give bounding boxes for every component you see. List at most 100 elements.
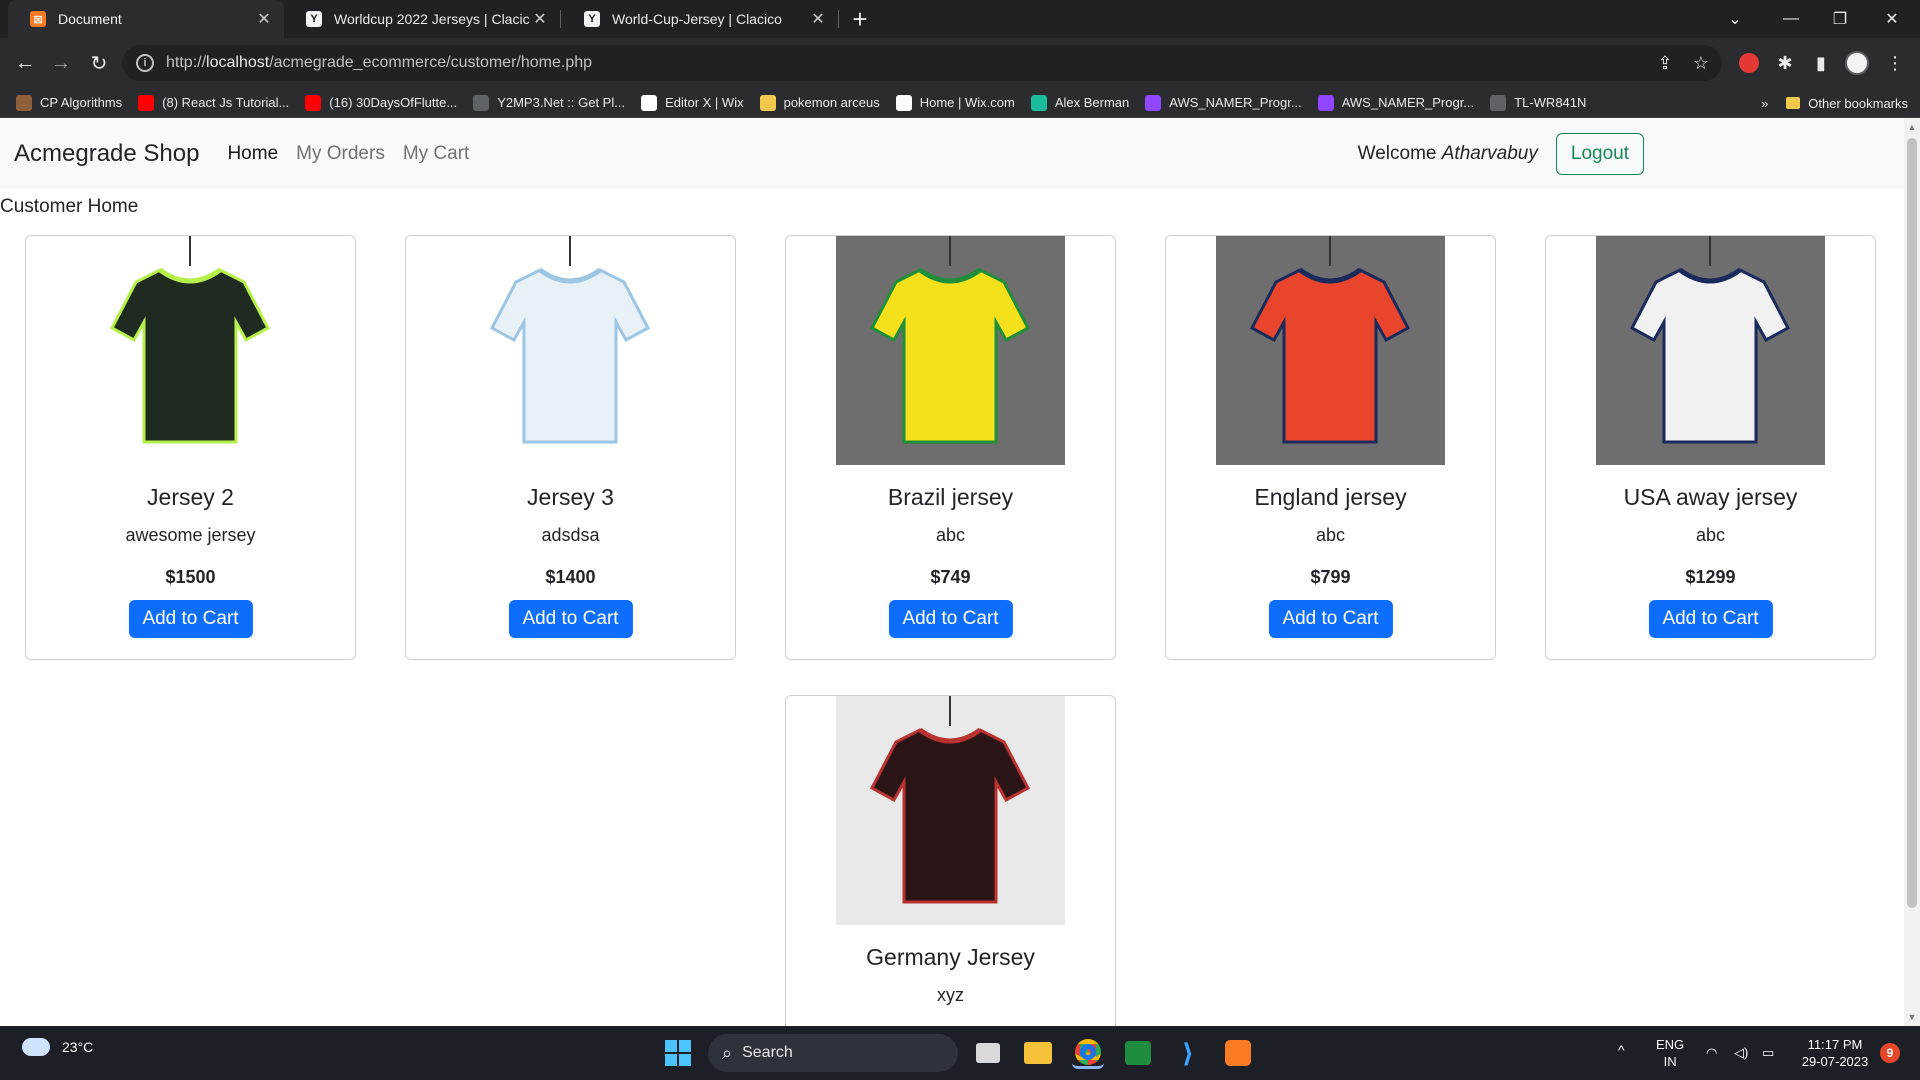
xampp-taskbar-icon[interactable]: [1222, 1037, 1254, 1069]
tab-search-button[interactable]: ⌄: [1707, 0, 1763, 38]
bookmark-item[interactable]: (8) React Js Tutorial...: [138, 94, 289, 111]
chrome-icon[interactable]: [1072, 1037, 1104, 1069]
side-panel-icon[interactable]: ▮: [1809, 51, 1833, 75]
add-to-cart-button[interactable]: Add to Cart: [1648, 600, 1773, 638]
bookmark-item[interactable]: Alex Berman: [1030, 94, 1129, 111]
bookmark-item[interactable]: pokemon arceus: [759, 94, 880, 111]
close-window-button[interactable]: ✕: [1864, 0, 1920, 38]
bookmark-item[interactable]: AWS_NAMER_Progr...: [1317, 94, 1474, 111]
product-image: [1216, 236, 1445, 465]
nav-my-cart[interactable]: My Cart: [403, 143, 470, 165]
notification-badge[interactable]: 9: [1880, 1043, 1900, 1063]
product-price: $1400: [545, 567, 596, 587]
folder-icon: [759, 94, 776, 111]
tab-document[interactable]: ⊠ Document ✕: [8, 0, 284, 38]
jersey-icon: [869, 236, 1031, 444]
date: 29-07-2023: [1801, 1054, 1869, 1069]
share-icon[interactable]: ⇪: [1653, 51, 1677, 75]
page-scrollbar[interactable]: ▲ ▼: [1904, 118, 1920, 1026]
product-description: abc: [1315, 525, 1346, 545]
bookmark-item[interactable]: CP Algorithms: [16, 94, 122, 111]
bookmark-item[interactable]: Y2MP3.Net :: Get Pl...: [473, 94, 625, 111]
cloud-icon: [22, 1038, 50, 1056]
scroll-up-arrow[interactable]: ▲: [1907, 122, 1917, 132]
brand-link[interactable]: Acmegrade Shop: [14, 140, 199, 168]
add-to-cart-button[interactable]: Add to Cart: [888, 600, 1013, 638]
close-tab-icon[interactable]: ✕: [808, 9, 828, 29]
extensions-puzzle-icon[interactable]: ✱: [1773, 51, 1797, 75]
vscode-icon[interactable]: ⟩: [1172, 1037, 1204, 1069]
add-to-cart-button[interactable]: Add to Cart: [508, 600, 633, 638]
twitch-icon: [1145, 94, 1162, 111]
product-card: Brazil jersey abc $749 Add to Cart: [785, 235, 1116, 660]
extension-icon[interactable]: [1737, 51, 1761, 75]
logout-button[interactable]: Logout: [1555, 132, 1644, 175]
volume-icon[interactable]: ◁): [1734, 1044, 1748, 1061]
scrollbar-thumb[interactable]: [1907, 138, 1917, 908]
scroll-down-arrow[interactable]: ▼: [1907, 1012, 1917, 1022]
weather-widget[interactable]: 23°C: [22, 1038, 93, 1056]
product-description: abc: [935, 525, 966, 545]
file-explorer-icon[interactable]: [1022, 1037, 1054, 1069]
more-bookmarks-button[interactable]: »: [1761, 96, 1768, 111]
welcome-text: Welcome Atharvabuy: [1358, 143, 1538, 165]
product-description: abc: [1695, 525, 1726, 545]
bookmark-item[interactable]: TL-WR841N: [1490, 94, 1587, 111]
bookmark-label: TL-WR841N: [1514, 95, 1587, 110]
tab-worldcup-jerseys[interactable]: Y Worldcup 2022 Jerseys | Clacico ✕: [284, 0, 560, 38]
bookmark-star-icon[interactable]: ☆: [1689, 51, 1713, 75]
language-indicator[interactable]: ENG IN: [1656, 1036, 1684, 1070]
site-navbar: Acmegrade Shop Home My Orders My Cart We…: [0, 118, 1904, 189]
restore-button[interactable]: ❐: [1812, 0, 1868, 38]
product-price: $799: [1310, 567, 1351, 587]
back-button[interactable]: ←: [10, 48, 40, 78]
site-info-icon[interactable]: i: [136, 54, 154, 72]
product-card: Jersey 2 awesome jersey $1500 Add to Cart: [25, 235, 356, 660]
product-price: $1299: [1685, 567, 1736, 587]
product-name: USA away jersey: [1623, 484, 1798, 510]
product-description: xyz: [937, 985, 964, 1005]
navbar-user-area: Welcome Atharvabuy Logout: [1358, 132, 1644, 175]
windows-start-icon[interactable]: [662, 1037, 694, 1069]
language: ENG: [1656, 1037, 1685, 1052]
forward-button[interactable]: →: [46, 48, 76, 78]
show-hidden-icons[interactable]: ^: [1618, 1042, 1625, 1059]
address-bar[interactable]: i http://localhost/acmegrade_ecommerce/c…: [122, 45, 1722, 81]
product-image: [836, 696, 1065, 925]
google-chat-icon[interactable]: [1122, 1037, 1154, 1069]
search-label: Search: [742, 1044, 793, 1061]
alex-icon: [1030, 94, 1047, 111]
product-card: England jersey abc $799 Add to Cart: [1165, 235, 1496, 660]
add-to-cart-button[interactable]: Add to Cart: [1268, 600, 1393, 638]
minimize-button[interactable]: —: [1763, 0, 1819, 38]
task-view-icon[interactable]: [972, 1037, 1004, 1069]
menu-icon[interactable]: ⋮: [1883, 51, 1907, 75]
bookmark-item[interactable]: Home | Wix.com: [895, 94, 1015, 111]
product-description: awesome jersey: [125, 525, 256, 545]
page-viewport: Acmegrade Shop Home My Orders My Cart We…: [0, 118, 1904, 1026]
jersey-icon: [109, 236, 271, 444]
other-bookmarks-button[interactable]: Other bookmarks: [1808, 96, 1908, 111]
bookmark-label: (16) 30DaysOfFlutte...: [329, 95, 458, 110]
close-tab-icon[interactable]: ✕: [254, 9, 274, 29]
tab-world-cup-jersey[interactable]: Y World-Cup-Jersey | Clacico ✕: [562, 0, 838, 38]
nav-home[interactable]: Home: [227, 143, 278, 165]
bookmark-item[interactable]: Editor X | Wix: [641, 94, 744, 111]
jersey-icon: [1629, 236, 1791, 444]
bookmark-item[interactable]: AWS_NAMER_Progr...: [1145, 94, 1302, 111]
clock[interactable]: 11:17 PM 29-07-2023: [1796, 1036, 1874, 1070]
time: 11:17 PM: [1807, 1037, 1863, 1052]
close-tab-icon[interactable]: ✕: [530, 9, 550, 29]
username: Atharvabuy: [1441, 142, 1538, 164]
add-to-cart-button[interactable]: Add to Cart: [128, 600, 253, 638]
reload-button[interactable]: ↻: [84, 48, 114, 78]
wifi-icon[interactable]: ◠: [1706, 1044, 1717, 1061]
bookmark-item[interactable]: (16) 30DaysOfFlutte...: [305, 94, 458, 111]
nav-my-orders[interactable]: My Orders: [296, 143, 385, 165]
url-path: /acmegrade_ecommerce/customer/home.php: [269, 54, 593, 71]
taskbar-search[interactable]: ⌕ Search: [708, 1034, 958, 1072]
new-tab-button[interactable]: +: [845, 4, 875, 34]
battery-icon[interactable]: ▭: [1762, 1044, 1774, 1061]
profile-avatar[interactable]: [1845, 51, 1869, 75]
wix-icon: [895, 94, 912, 111]
